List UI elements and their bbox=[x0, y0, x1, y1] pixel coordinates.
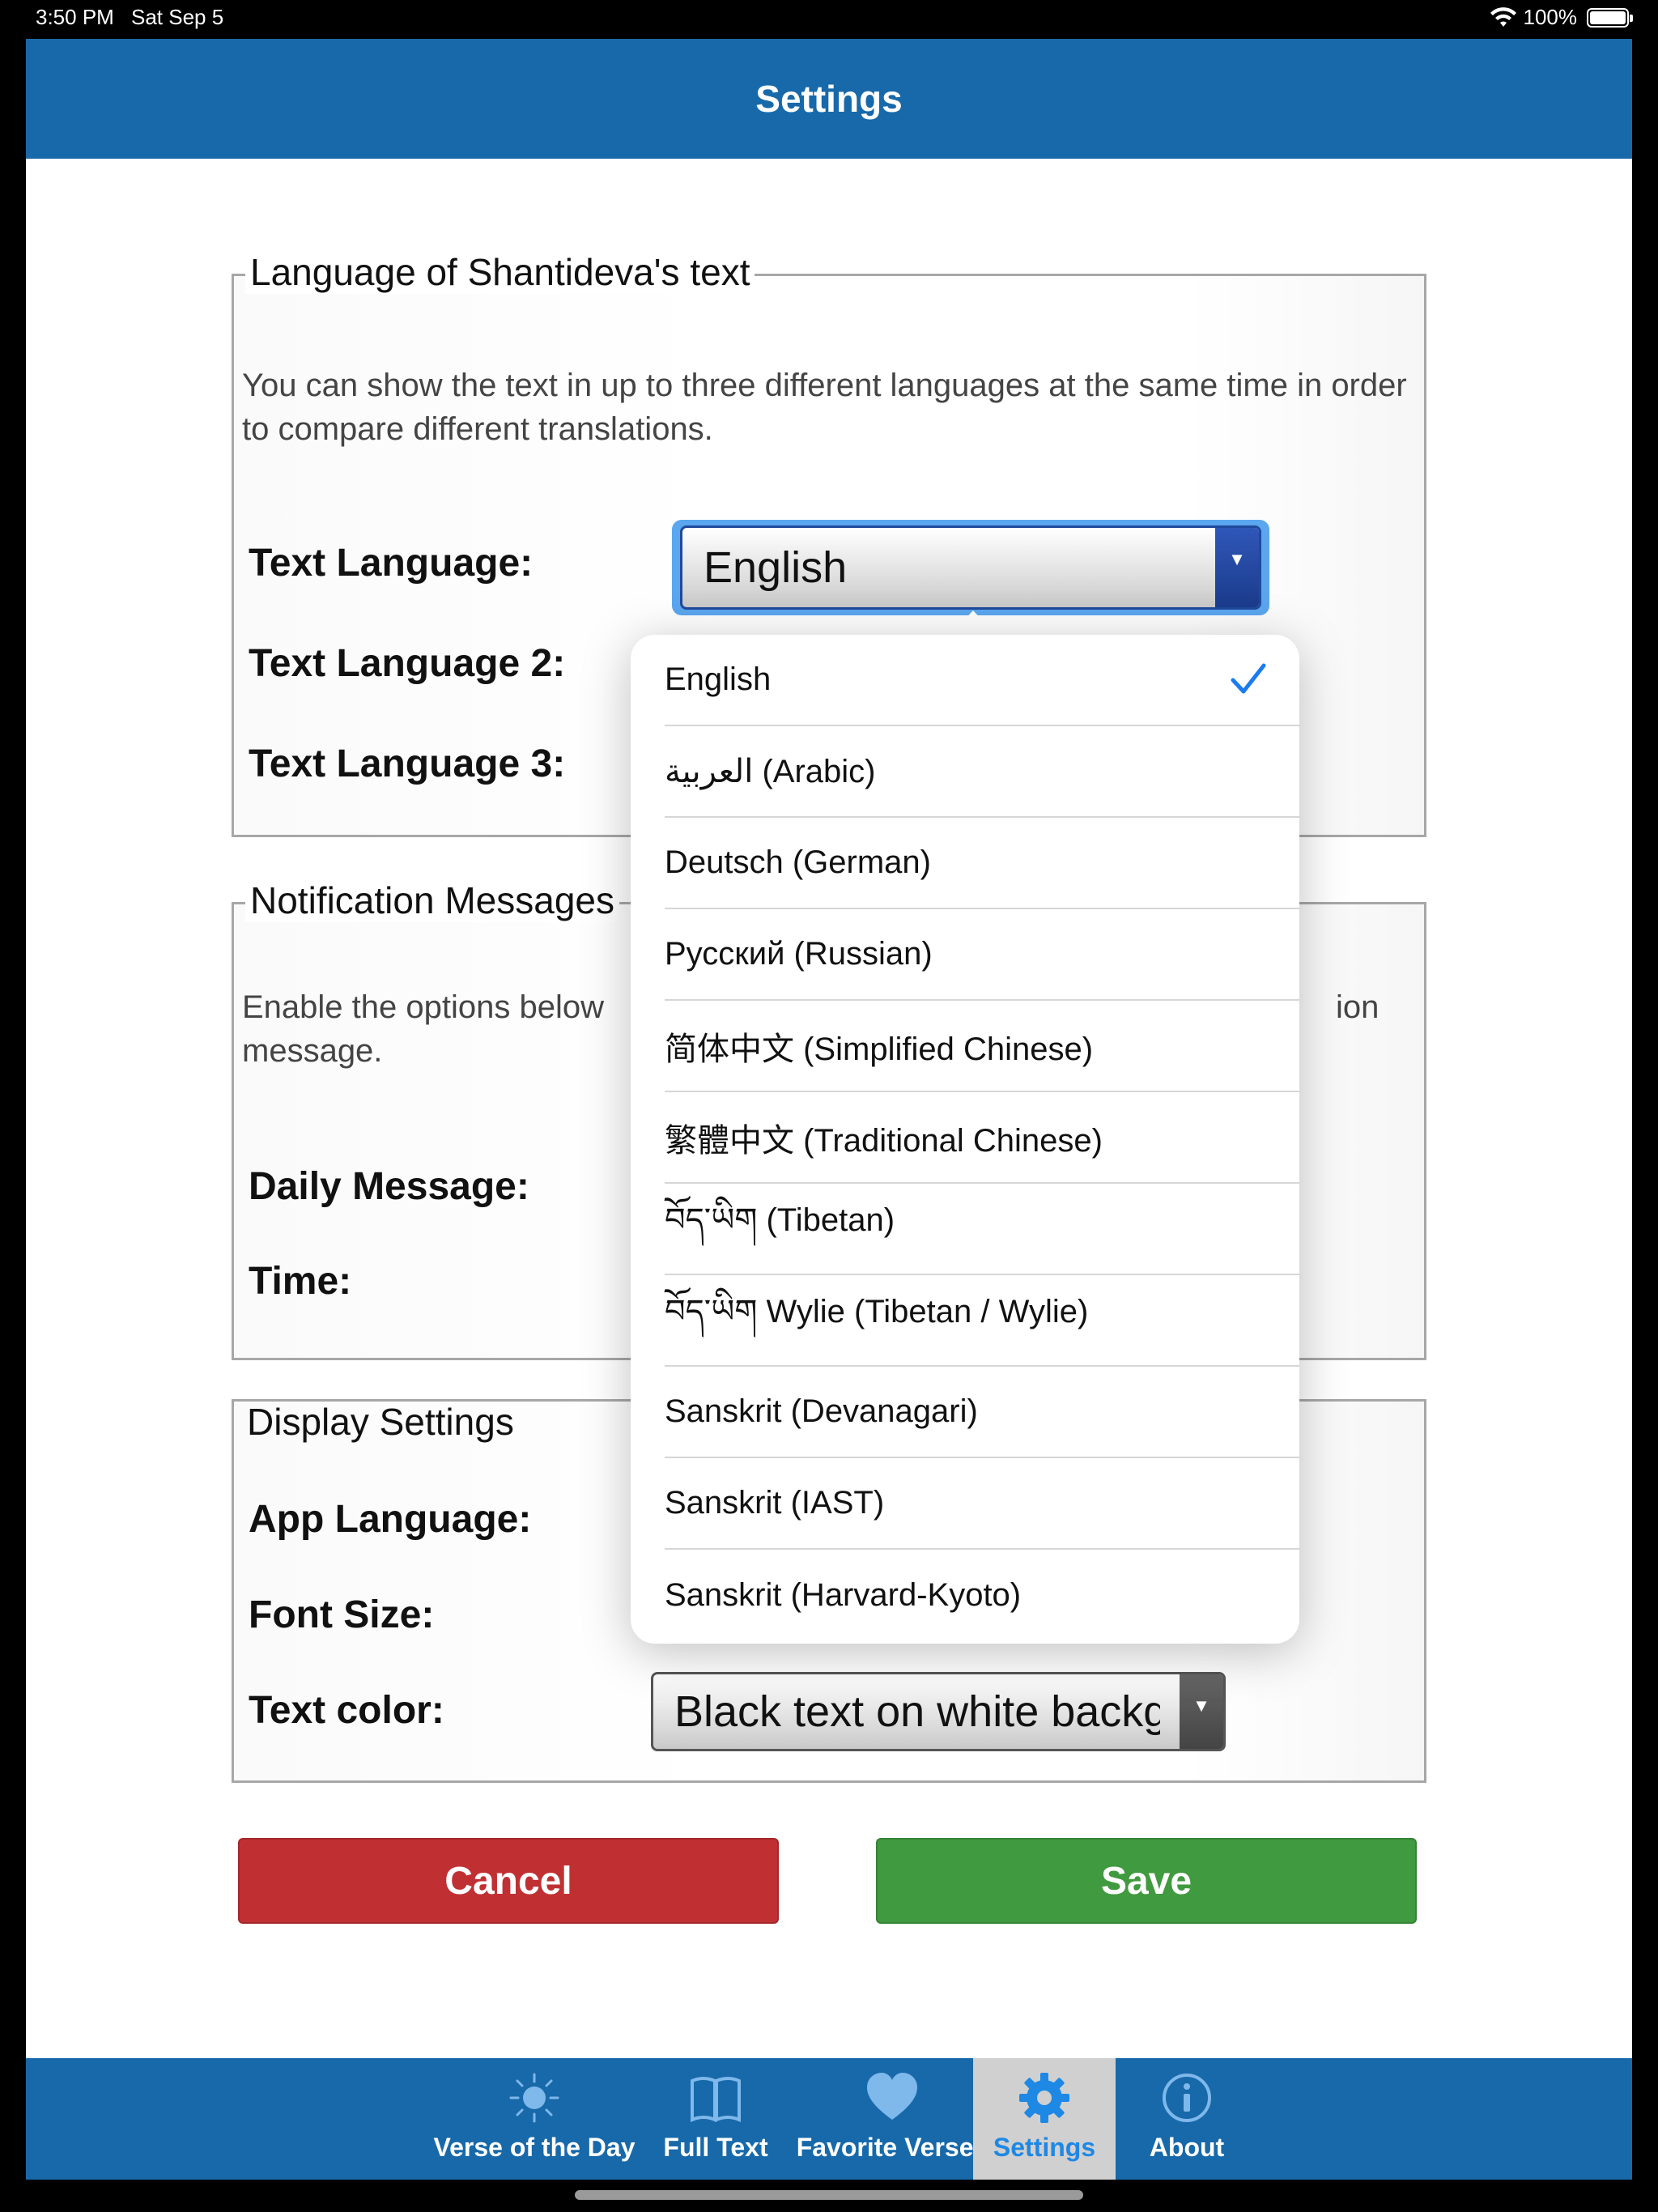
heart-icon bbox=[867, 2073, 917, 2120]
tab-verse-of-the-day[interactable]: Verse of the Day bbox=[405, 2058, 664, 2180]
notification-section-legend: Notification Messages bbox=[245, 878, 619, 922]
status-bar: 3:50 PM Sat Sep 5 100% bbox=[0, 0, 1658, 39]
popover-arrow bbox=[949, 610, 997, 636]
cancel-button[interactable]: Cancel bbox=[238, 1838, 779, 1924]
language-option-tibetan[interactable]: བོད་ཡིག (Tibetan) bbox=[665, 1184, 1299, 1275]
display-section-legend: Display Settings bbox=[247, 1401, 514, 1443]
tab-bar: Verse of the Day Full Text Favorite Vers… bbox=[26, 2058, 1632, 2180]
text-language-value: English bbox=[704, 543, 848, 592]
daily-message-label: Daily Message: bbox=[249, 1165, 529, 1208]
chevron-down-icon: ▼ bbox=[1215, 528, 1259, 607]
language-option-sanskrit-harvard-kyoto[interactable]: Sanskrit (Harvard-Kyoto) bbox=[665, 1550, 1299, 1641]
tab-label: Favorite Verses bbox=[796, 2133, 988, 2162]
text-language-3-label: Text Language 3: bbox=[249, 742, 566, 785]
status-indicators: 100% bbox=[1490, 5, 1633, 30]
tab-favorite-verses[interactable]: Favorite Verses bbox=[780, 2058, 1004, 2180]
tab-label: Verse of the Day bbox=[433, 2133, 636, 2162]
text-language-2-label: Text Language 2: bbox=[249, 642, 566, 685]
sun-icon bbox=[509, 2073, 559, 2123]
gear-icon bbox=[1019, 2073, 1069, 2123]
language-option-sanskrit-iast[interactable]: Sanskrit (IAST) bbox=[665, 1458, 1299, 1550]
language-option-sanskrit-devanagari[interactable]: Sanskrit (Devanagari) bbox=[665, 1367, 1299, 1458]
notification-description-line2: message. bbox=[242, 1033, 383, 1069]
wifi-icon bbox=[1490, 6, 1516, 27]
app-language-label: App Language: bbox=[249, 1498, 532, 1541]
notification-description-right: ion bbox=[1336, 989, 1380, 1025]
status-date: Sat Sep 5 bbox=[131, 5, 224, 29]
info-icon bbox=[1163, 2074, 1211, 2122]
text-language-select[interactable]: English ▼ bbox=[680, 525, 1261, 610]
language-option-traditional-chinese[interactable]: 繁體中文 (Traditional Chinese) bbox=[665, 1092, 1299, 1184]
chevron-down-icon: ▼ bbox=[1180, 1674, 1223, 1749]
text-color-label: Text color: bbox=[249, 1689, 444, 1732]
save-button[interactable]: Save bbox=[876, 1838, 1417, 1924]
tab-about[interactable]: About bbox=[1116, 2058, 1258, 2180]
notification-description-left: Enable the options below bbox=[242, 989, 604, 1025]
battery-icon bbox=[1587, 7, 1633, 28]
tab-label: About bbox=[1149, 2133, 1225, 2162]
language-section-description: You can show the text in up to three dif… bbox=[242, 368, 1407, 447]
navigation-bar: Settings bbox=[26, 39, 1632, 159]
language-dropdown-popover: English العربية (Arabic) Deutsch (German… bbox=[631, 635, 1299, 1644]
page-title: Settings bbox=[755, 78, 903, 120]
battery-percent: 100% bbox=[1523, 5, 1578, 29]
language-section-legend: Language of Shantideva's text bbox=[245, 250, 755, 294]
language-option-simplified-chinese[interactable]: 简体中文 (Simplified Chinese) bbox=[665, 1001, 1299, 1092]
text-color-value: Black text on white backg bbox=[674, 1687, 1160, 1736]
home-indicator bbox=[575, 2190, 1083, 2200]
language-option-tibetan-wylie[interactable]: བོད་ཡིག Wylie (Tibetan / Wylie) bbox=[665, 1275, 1299, 1367]
language-option-russian[interactable]: Русский (Russian) bbox=[665, 909, 1299, 1001]
checkmark-icon bbox=[1231, 663, 1266, 694]
language-option-arabic[interactable]: العربية (Arabic) bbox=[665, 726, 1299, 818]
book-icon bbox=[691, 2077, 741, 2123]
status-time: 3:50 PM bbox=[36, 5, 114, 29]
language-option-german[interactable]: Deutsch (German) bbox=[665, 818, 1299, 909]
text-color-select[interactable]: Black text on white backg ▼ bbox=[651, 1672, 1226, 1751]
tab-settings[interactable]: Settings bbox=[973, 2058, 1116, 2180]
tab-label: Full Text bbox=[663, 2133, 768, 2162]
language-option-english[interactable]: English bbox=[665, 635, 1299, 726]
tab-label: Settings bbox=[993, 2133, 1096, 2162]
text-language-label: Text Language: bbox=[249, 542, 534, 585]
time-label: Time: bbox=[249, 1260, 352, 1303]
tab-full-text[interactable]: Full Text bbox=[635, 2058, 797, 2180]
font-size-label: Font Size: bbox=[249, 1593, 435, 1636]
